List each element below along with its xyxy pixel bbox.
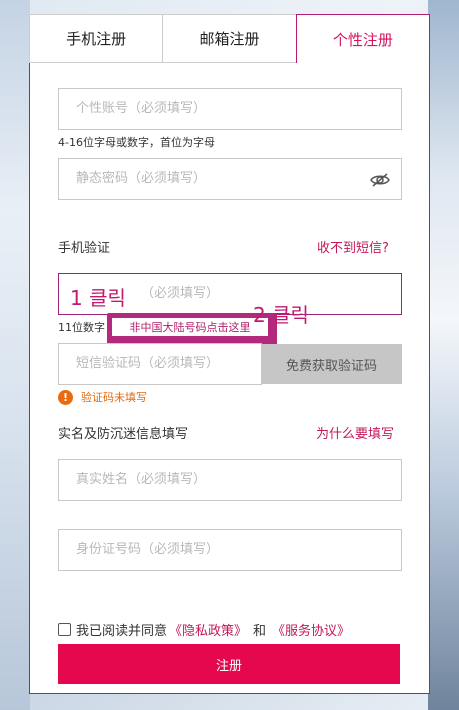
background-left (0, 0, 30, 710)
foreign-number-tooltip[interactable]: 非中国大陆号码点击这里 (107, 313, 277, 345)
agreement-row: 我已阅读并同意 《隐私政策》 和 《服务协议》 (58, 620, 352, 639)
phone-hint: 11位数字 (58, 321, 105, 334)
name-placeholder: 真实姓名（必须填写） (76, 472, 207, 487)
annotation-step2: 2 클릭 (253, 303, 309, 327)
realname-section-label: 实名及防沉迷信息填写 (58, 427, 189, 442)
register-button[interactable]: 注册 (58, 644, 400, 684)
get-code-button[interactable]: 免费获取验证码 (261, 344, 402, 384)
no-sms-link[interactable]: 收不到短信? (317, 237, 389, 256)
warning-icon: ! (58, 389, 73, 405)
eye-hidden-icon[interactable] (370, 170, 390, 190)
foreign-number-link[interactable]: 非中国大陆号码点击这里 (112, 318, 268, 336)
phone-placeholder: （必须填写） (141, 286, 220, 301)
sms-code-placeholder: 短信验证码（必须填写） (76, 356, 220, 371)
account-input[interactable]: 个性账号（必须填写） (58, 88, 402, 130)
account-hint: 4-16位字母或数字，首位为字母 (58, 136, 215, 149)
tab-custom-register[interactable]: 个性注册 (295, 14, 430, 63)
id-number-input[interactable]: 身份证号码（必须填写） (58, 529, 402, 571)
error-text: 验证码未填写 (81, 391, 147, 404)
agreement-and: 和 (253, 624, 267, 639)
background-right (428, 0, 459, 710)
register-tabs: 手机注册 邮箱注册 个性注册 (29, 14, 430, 63)
id-number-placeholder: 身份证号码（必须填写） (76, 542, 220, 557)
tab-email-register[interactable]: 邮箱注册 (162, 14, 296, 63)
agreement-text: 我已阅读并同意 (76, 624, 168, 639)
annotation-step1: 1 클릭 (70, 286, 126, 310)
why-fill-link[interactable]: 为什么要填写 (316, 423, 394, 442)
terms-link[interactable]: 《服务协议》 (272, 620, 350, 639)
error-message: ! 验证码未填写 (58, 389, 147, 405)
sms-code-input[interactable]: 短信验证码（必须填写） (58, 343, 262, 385)
account-placeholder: 个性账号（必须填写） (76, 101, 207, 116)
name-input[interactable]: 真实姓名（必须填写） (58, 459, 402, 501)
password-placeholder: 静态密码（必须填写） (76, 171, 207, 186)
privacy-policy-link[interactable]: 《隐私政策》 (169, 620, 247, 639)
phone-section-label: 手机验证 (58, 241, 111, 256)
password-input[interactable]: 静态密码（必须填写） (58, 158, 402, 200)
agreement-checkbox[interactable] (58, 623, 71, 636)
tab-phone-register[interactable]: 手机注册 (29, 14, 163, 63)
